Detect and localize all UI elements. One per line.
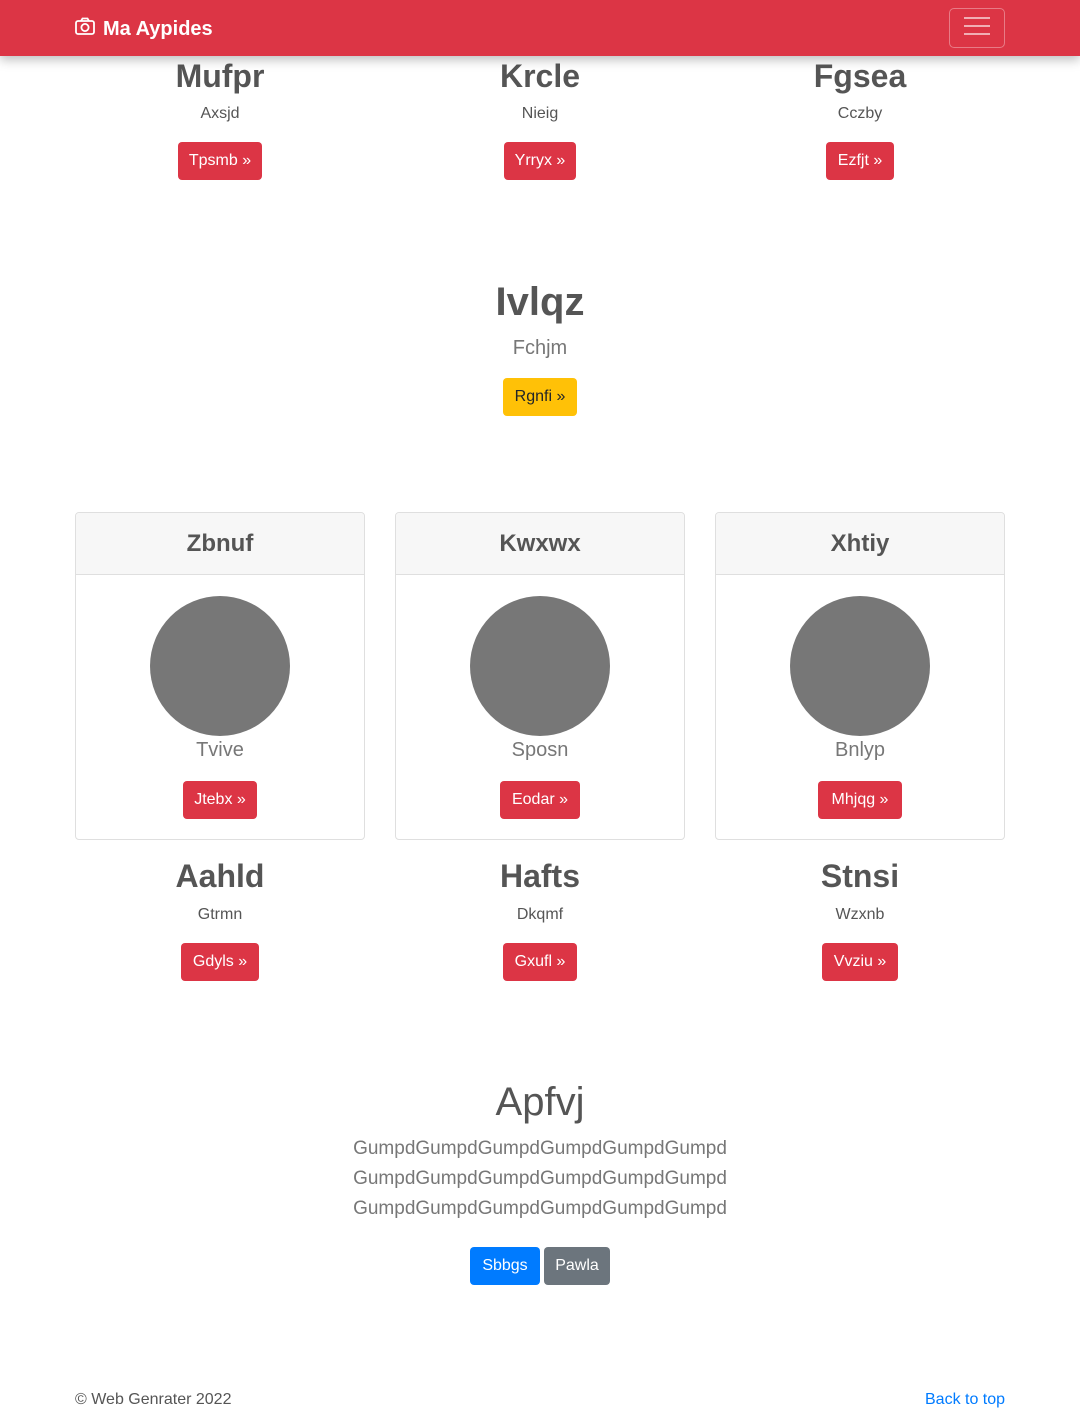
- back-to-top-link[interactable]: Back to top: [925, 1391, 1005, 1409]
- card-subtitle: Tvive: [196, 739, 244, 761]
- bottom-col-3-subtitle: Wzxnb: [835, 906, 885, 923]
- avatar: [790, 596, 930, 736]
- profile-card: Zbnuf Tvive Jtebx »: [75, 512, 365, 840]
- card-subtitle: Bnlyp: [834, 739, 886, 761]
- bottom-col-1-subtitle: Gtrmn: [197, 906, 243, 923]
- bottom-col-3-button[interactable]: Vvziu »: [822, 943, 898, 981]
- bottom-col-1-title: Aahld: [175, 858, 265, 894]
- top-col-1-button[interactable]: Tpsmb »: [178, 142, 262, 180]
- hamburger-menu-icon: [963, 15, 991, 41]
- top-col-3-subtitle: Cczby: [837, 105, 883, 122]
- card-button[interactable]: Mhjqg »: [818, 781, 902, 819]
- camera-icon: [75, 17, 103, 41]
- card-header: Xhtiy: [716, 513, 1004, 575]
- top-col-3-title: Fgsea: [813, 58, 907, 94]
- secondary-button[interactable]: Pawla: [544, 1247, 610, 1285]
- bottom-col-1-button[interactable]: Gdyls »: [181, 943, 259, 981]
- top-col-3-button[interactable]: Ezfjt »: [826, 142, 894, 180]
- card-button[interactable]: Jtebx »: [183, 781, 257, 819]
- avatar: [470, 596, 610, 736]
- avatar: [150, 596, 290, 736]
- top-col-1-title: Mufpr: [175, 58, 265, 94]
- card-header: Zbnuf: [76, 513, 364, 575]
- top-col-2-button[interactable]: Yrryx »: [504, 142, 576, 180]
- top-col-2-subtitle: Nieig: [521, 105, 559, 122]
- hero-subtitle: Fchjm: [512, 337, 568, 359]
- jumbotron-line: GumpdGumpdGumpdGumpdGumpdGumpd: [353, 1168, 727, 1189]
- brand-name: Ma Aypides: [103, 17, 213, 40]
- primary-button[interactable]: Sbbgs: [470, 1247, 540, 1285]
- card-subtitle: Sposn: [511, 739, 569, 761]
- footer-copyright: © Web Genrater 2022: [75, 1391, 232, 1408]
- bottom-col-2-subtitle: Dkqmf: [516, 906, 564, 923]
- profile-card: Xhtiy Bnlyp Mhjqg »: [715, 512, 1005, 840]
- bottom-col-2-title: Hafts: [499, 858, 580, 894]
- card-header: Kwxwx: [396, 513, 684, 575]
- bottom-col-2-button[interactable]: Gxufl »: [503, 943, 577, 981]
- hero-button[interactable]: Rgnfi »: [503, 378, 577, 416]
- jumbotron-line: GumpdGumpdGumpdGumpdGumpdGumpd: [353, 1138, 727, 1159]
- bottom-col-3-title: Stnsi: [820, 858, 900, 894]
- jumbotron-title: Apfvj: [495, 1080, 585, 1124]
- profile-card: Kwxwx Sposn Eodar »: [395, 512, 685, 840]
- navbar-toggler-button[interactable]: [949, 8, 1005, 48]
- card-button[interactable]: Eodar »: [500, 781, 580, 819]
- navbar: Ma Aypides: [0, 0, 1080, 56]
- top-col-2-title: Krcle: [499, 58, 581, 94]
- jumbotron-line: GumpdGumpdGumpdGumpdGumpdGumpd: [353, 1198, 727, 1219]
- top-col-1-subtitle: Axsjd: [200, 105, 240, 122]
- brand-link[interactable]: Ma Aypides: [75, 15, 213, 43]
- hero-title: Ivlqz: [495, 280, 585, 324]
